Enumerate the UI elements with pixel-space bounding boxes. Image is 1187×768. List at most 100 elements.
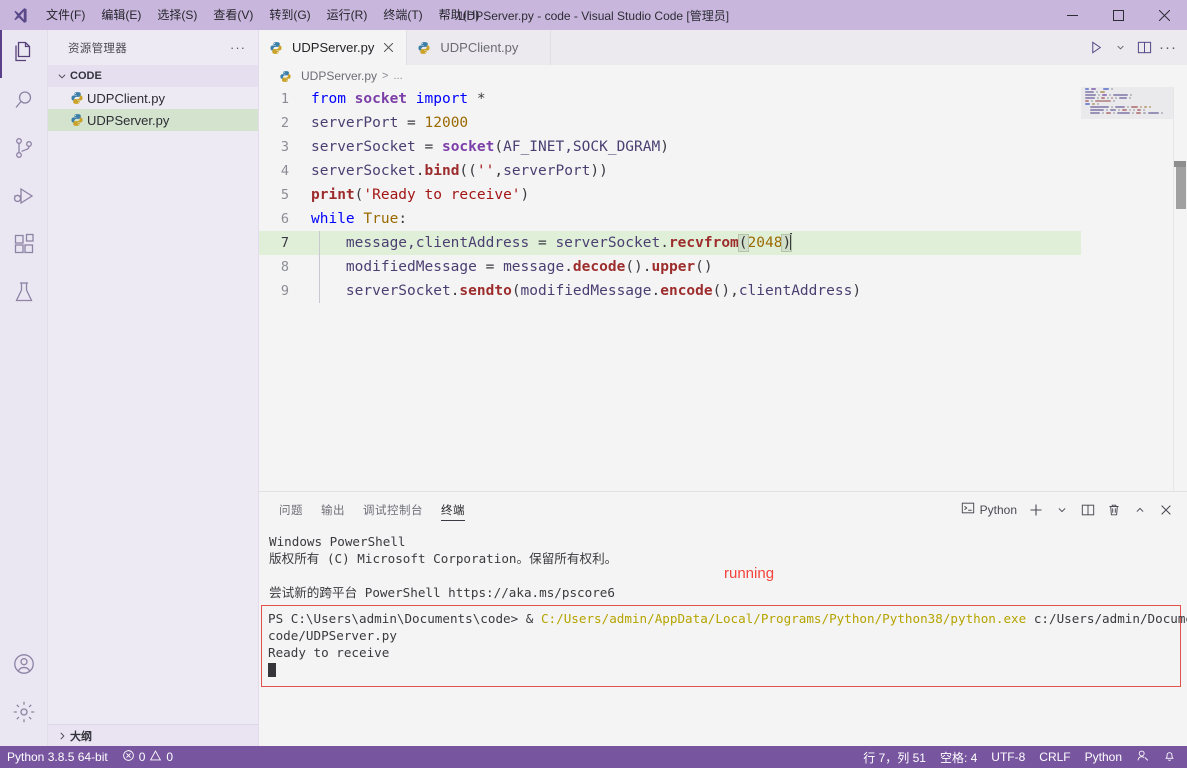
- error-icon: [122, 749, 135, 765]
- scrollbar-thumb[interactable]: [1176, 167, 1186, 209]
- code-token: .: [642, 259, 652, 275]
- panel-tab-problems[interactable]: 问题: [279, 492, 303, 527]
- panel-tab-debug-console[interactable]: 调试控制台: [363, 492, 423, 527]
- tab-close-icon[interactable]: [380, 40, 396, 56]
- breadcrumb-rest[interactable]: ...: [393, 70, 402, 82]
- code-token: from: [311, 91, 355, 107]
- code-token: (): [625, 259, 643, 275]
- menu-selection[interactable]: 选择(S): [149, 4, 205, 26]
- activity-bar: [0, 30, 48, 746]
- activity-item-extensions[interactable]: [0, 222, 48, 270]
- menu-bar: 文件(F) 编辑(E) 选择(S) 查看(V) 转到(G) 运行(R) 终端(T…: [38, 0, 487, 30]
- code-token: *: [476, 91, 486, 107]
- panel-tab-output[interactable]: 输出: [321, 492, 345, 527]
- account-icon: [12, 652, 36, 681]
- editor-more-actions-icon[interactable]: ···: [1157, 35, 1179, 61]
- code-text: modifiedMessage = message.decode().upper…: [311, 255, 713, 279]
- line-number: 7: [280, 235, 289, 251]
- python-file-icon: [417, 41, 434, 55]
- explorer-more-actions-icon[interactable]: ···: [226, 40, 250, 55]
- code-line: 1 from socket import *: [259, 87, 1187, 111]
- file-item-udpserver[interactable]: UDPServer.py: [48, 109, 258, 131]
- menu-edit[interactable]: 编辑(E): [93, 4, 149, 26]
- menu-file[interactable]: 文件(F): [38, 4, 93, 26]
- menu-go[interactable]: 转到(G): [261, 4, 318, 26]
- activity-item-testing[interactable]: [0, 270, 48, 318]
- breadcrumb-file[interactable]: UDPServer.py: [301, 69, 377, 83]
- outline-section-header[interactable]: 大纲: [48, 724, 258, 746]
- warning-count: 0: [166, 750, 174, 764]
- folder-section-code[interactable]: CODE: [48, 65, 258, 87]
- activity-item-search[interactable]: [0, 78, 48, 126]
- code-token: =: [424, 139, 442, 155]
- code-editor[interactable]: 1 from socket import * 2 serverPort = 12000…: [259, 87, 1187, 491]
- status-language-mode[interactable]: Python: [1078, 746, 1129, 768]
- line-number: 1: [280, 91, 289, 107]
- activity-item-account[interactable]: [0, 642, 48, 690]
- code-token: serverSocket: [311, 163, 416, 179]
- status-feedback[interactable]: [1129, 746, 1156, 768]
- activity-item-source-control[interactable]: [0, 126, 48, 174]
- menu-terminal[interactable]: 终端(T): [375, 4, 430, 26]
- chevron-down-icon[interactable]: [1109, 35, 1131, 61]
- tab-label: UDPServer.py: [292, 40, 375, 55]
- status-eol[interactable]: CRLF: [1032, 746, 1077, 768]
- file-item-udpclient[interactable]: UDPClient.py: [48, 87, 258, 109]
- status-encoding[interactable]: UTF-8: [984, 746, 1032, 768]
- code-token: message: [503, 259, 565, 275]
- status-cursor-position[interactable]: 行 7，列 51: [856, 746, 933, 768]
- minimap[interactable]: [1081, 87, 1173, 491]
- code-lines: 1 from socket import * 2 serverPort = 12000…: [259, 87, 1187, 303]
- split-terminal-icon[interactable]: [1077, 499, 1099, 521]
- terminal-cursor: [268, 663, 276, 677]
- chevron-down-icon[interactable]: [1051, 499, 1073, 521]
- status-indentation[interactable]: 空格: 4: [933, 746, 984, 768]
- text-cursor: [790, 233, 792, 250]
- code-token: =: [407, 115, 425, 131]
- status-python-interpreter[interactable]: Python 3.8.5 64-bit: [0, 746, 115, 768]
- new-terminal-icon[interactable]: [1025, 499, 1047, 521]
- close-panel-icon[interactable]: [1155, 499, 1177, 521]
- file-label: UDPServer.py: [87, 112, 170, 128]
- run-python-file-icon[interactable]: [1085, 35, 1107, 61]
- editor-actions: ···: [1085, 30, 1187, 65]
- status-notifications[interactable]: [1156, 746, 1183, 768]
- code-line: 3 serverSocket = socket(AF_INET,SOCK_DGRA…: [259, 135, 1187, 159]
- code-token: ): [852, 283, 862, 299]
- activity-item-run-and-debug[interactable]: [0, 174, 48, 222]
- close-button[interactable]: [1141, 0, 1187, 30]
- maximize-panel-icon[interactable]: [1129, 499, 1151, 521]
- testing-beaker-icon: [12, 280, 36, 309]
- feedback-smiley-icon: [1136, 749, 1149, 765]
- minimize-button[interactable]: [1049, 0, 1095, 30]
- menu-view[interactable]: 查看(V): [205, 4, 261, 26]
- gear-icon: [12, 700, 36, 729]
- status-problems[interactable]: 0 0: [115, 746, 180, 768]
- tab-udpclient[interactable]: UDPClient.py: [407, 30, 552, 65]
- menu-help[interactable]: 帮助(H): [431, 4, 488, 26]
- code-token: '': [476, 163, 495, 179]
- workbench-body: 资源管理器 ··· CODE UDPClient.py UDPServer.py…: [0, 30, 1187, 746]
- activity-item-settings[interactable]: [0, 690, 48, 738]
- minimap-slider[interactable]: [1081, 87, 1173, 119]
- split-editor-icon[interactable]: [1133, 35, 1155, 61]
- line-number: 8: [280, 259, 289, 275]
- chevron-down-icon: [54, 71, 70, 81]
- activity-item-explorer[interactable]: [0, 30, 48, 78]
- code-token: serverSocket: [555, 235, 661, 251]
- vscode-logo-icon: [0, 7, 38, 24]
- line-number: 6: [280, 211, 289, 227]
- code-token: print: [311, 187, 355, 203]
- menu-run[interactable]: 运行(R): [319, 4, 376, 26]
- code-text: serverSocket.sendto(modifiedMessage.enco…: [311, 279, 861, 303]
- terminal-content[interactable]: Windows PowerShell 版权所有 (C) Microsoft Co…: [259, 527, 1187, 746]
- code-token: serverSocket: [311, 283, 451, 299]
- tab-udpserver[interactable]: UDPServer.py: [259, 30, 408, 65]
- maximize-button[interactable]: [1095, 0, 1141, 30]
- code-token: serverPort: [311, 115, 408, 131]
- panel-tab-terminal[interactable]: 终端: [441, 492, 465, 527]
- terminal-selector[interactable]: Python: [957, 501, 1021, 518]
- editor-vertical-scrollbar[interactable]: [1173, 87, 1187, 491]
- kill-terminal-icon[interactable]: [1103, 499, 1125, 521]
- code-token: socket: [441, 139, 495, 155]
